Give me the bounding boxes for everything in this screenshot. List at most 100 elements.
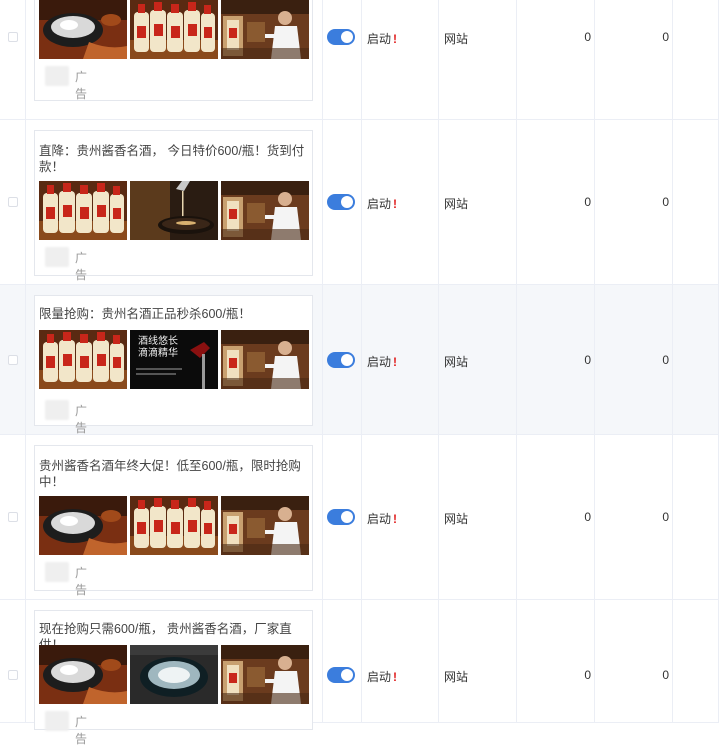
ad-image-bottles (39, 330, 127, 389)
column-divider (672, 435, 673, 599)
ad-image-bowl (39, 645, 127, 704)
ad-preview-card[interactable]: 现在抢购只需600/瓶， 贵州酱香名酒，厂家直供！广告 (34, 610, 313, 746)
column-divider (322, 435, 323, 599)
metric-1: 0 (584, 510, 591, 524)
column-divider (25, 600, 26, 722)
column-divider (594, 285, 595, 434)
ad-image-bottles (130, 0, 218, 59)
column-divider (25, 435, 26, 599)
column-divider (438, 0, 439, 119)
column-divider (25, 120, 26, 284)
status-toggle[interactable] (327, 352, 355, 368)
column-divider (672, 285, 673, 434)
status-toggle[interactable] (327, 194, 355, 210)
table-row: 现在抢购只需600/瓶， 贵州酱香名酒，厂家直供！广告 启动! 网站 0 0 (0, 600, 719, 746)
column-divider (672, 0, 673, 119)
ad-label: 广告 (75, 404, 88, 435)
ad-image-bowl-white (130, 645, 218, 704)
column-divider (516, 120, 517, 284)
status-label: 启动 (367, 197, 392, 211)
metric-2: 0 (662, 353, 669, 367)
ad-image-bowl (39, 496, 127, 555)
status-warning-icon: ! (393, 670, 398, 684)
metric-1: 0 (584, 195, 591, 209)
column-divider (594, 0, 595, 119)
status-warning-icon: ! (393, 512, 398, 526)
column-divider (322, 285, 323, 434)
column-divider (322, 0, 323, 119)
advertiser-logo (45, 562, 69, 582)
metric-1: 0 (584, 668, 591, 682)
table-row: 贵州酱香名酒年终大促！低至600/瓶，限时抢购中！ 广告 启动! 网站 0 0 (0, 435, 719, 600)
status-warning-icon: ! (393, 32, 398, 46)
status-label: 启动 (367, 512, 392, 526)
row-checkbox[interactable] (8, 670, 18, 680)
status-toggle[interactable] (327, 667, 355, 683)
column-divider (516, 285, 517, 434)
ad-title: 限量抢购：贵州名酒正品秒杀600/瓶！ (39, 307, 251, 321)
ad-title: 直降：贵州酱香名酒， 今日特价600/瓶！货到付款！ (39, 144, 305, 174)
column-divider (594, 120, 595, 284)
table-row: 直降：贵州酱香名酒， 今日特价600/瓶！货到付款！ 广告 启动! 网站 0 0 (0, 120, 719, 285)
row-checkbox[interactable] (8, 512, 18, 522)
metric-1: 0 (584, 30, 591, 44)
ad-image-bowl (39, 0, 127, 59)
status-toggle[interactable] (327, 29, 355, 45)
ad-image-bottles (130, 496, 218, 555)
ad-image-pour (130, 181, 218, 240)
status-label: 启动 (367, 32, 392, 46)
status-text: 启动! (367, 510, 397, 527)
ad-preview-card[interactable]: 贵州酱香名酒年终大促！低至600/瓶，限时抢购中！ 广告 (34, 445, 313, 597)
row-checkbox[interactable] (8, 197, 18, 207)
column-divider (438, 435, 439, 599)
dark-ad-text: 酒线悠长 (138, 334, 178, 347)
placement-text: 网站 (444, 355, 469, 369)
ad-label: 广告 (75, 251, 88, 282)
ad-image-man (221, 0, 309, 59)
advertiser-logo (45, 66, 69, 86)
metric-1: 0 (584, 353, 591, 367)
status-warning-icon: ! (393, 355, 398, 369)
table-row: 限量抢购：贵州名酒正品秒杀600/瓶！ 酒线悠长 滴滴精华广告 启动! 网站 0 0 (0, 285, 719, 435)
status-label: 启动 (367, 355, 392, 369)
ad-image-man (221, 181, 309, 240)
status-label: 启动 (367, 670, 392, 684)
column-divider (438, 120, 439, 284)
column-divider (672, 600, 673, 722)
column-divider (672, 120, 673, 284)
column-divider (516, 0, 517, 119)
placement-text: 网站 (444, 197, 469, 211)
column-divider (594, 600, 595, 722)
ad-preview-card[interactable]: 付款!广告 (34, 0, 313, 101)
metric-2: 0 (662, 510, 669, 524)
status-warning-icon: ! (393, 197, 398, 211)
table-row: 付款!广告 启动! 网站 0 0 (0, 0, 719, 120)
ad-image-dark-ad: 酒线悠长 滴滴精华 (130, 330, 218, 389)
status-toggle[interactable] (327, 509, 355, 525)
ads-table: 付款!广告启动!网站00直降：贵州酱香名酒， 今日特价600/瓶！货到付款！广告… (0, 0, 719, 746)
column-divider (322, 120, 323, 284)
column-divider (594, 435, 595, 599)
status-text: 启动! (367, 353, 397, 370)
placement-text: 网站 (444, 32, 469, 46)
column-divider (322, 600, 323, 722)
placement-text: 网站 (444, 512, 469, 526)
ad-preview-card[interactable]: 限量抢购：贵州名酒正品秒杀600/瓶！ 酒线悠长 滴滴精华广告 (34, 295, 313, 435)
ad-image-man (221, 496, 309, 555)
column-divider (361, 120, 362, 284)
status-text: 启动! (367, 30, 397, 47)
advertiser-logo (45, 247, 69, 267)
column-divider (361, 600, 362, 722)
column-divider (25, 285, 26, 434)
row-checkbox[interactable] (8, 32, 18, 42)
column-divider (438, 600, 439, 722)
status-text: 启动! (367, 668, 397, 685)
row-checkbox[interactable] (8, 355, 18, 365)
ad-label: 广告 (75, 715, 88, 746)
ad-image-man (221, 645, 309, 704)
column-divider (361, 285, 362, 434)
column-divider (438, 285, 439, 434)
column-divider (361, 0, 362, 119)
ad-preview-card[interactable]: 直降：贵州酱香名酒， 今日特价600/瓶！货到付款！ 广告 (34, 130, 313, 282)
metric-2: 0 (662, 195, 669, 209)
